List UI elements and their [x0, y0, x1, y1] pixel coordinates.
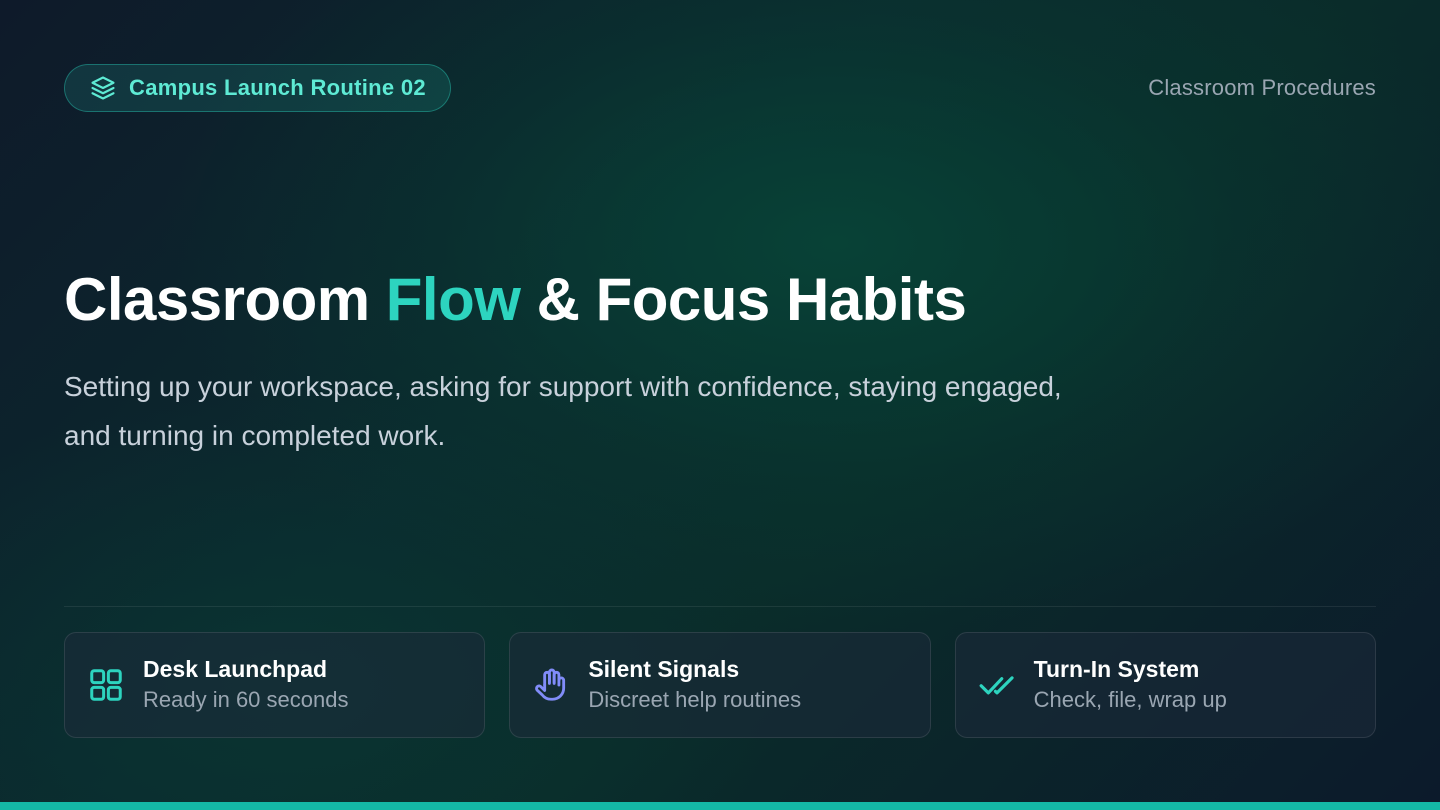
badge-label: Campus Launch Routine 02 [129, 75, 426, 100]
card-subtitle: Check, file, wrap up [1033, 687, 1227, 712]
title-part-2: & Focus Habits [520, 266, 967, 333]
divider [64, 606, 1376, 607]
slide: Campus Launch Routine 02 Classroom Proce… [0, 0, 1440, 810]
card-turn-in-system: Turn-In System Check, file, wrap up [954, 632, 1376, 738]
card-title: Turn-In System [1033, 656, 1200, 682]
layers-icon [89, 74, 117, 102]
title-accent: Flow [385, 266, 521, 333]
topic-label: Classroom Procedures [1148, 75, 1376, 100]
page-title: Classroom Flow & Focus Habits [64, 264, 967, 336]
feature-cards: Desk Launchpad Ready in 60 seconds Silen… [64, 632, 1376, 738]
card-subtitle: Ready in 60 seconds [143, 687, 349, 712]
card-silent-signals: Silent Signals Discreet help routines [509, 632, 931, 738]
page-subtitle: Setting up your workspace, asking for su… [64, 371, 1062, 451]
card-title: Desk Launchpad [143, 656, 328, 682]
routine-badge: Campus Launch Routine 02 [64, 64, 451, 112]
title-part-1: Classroom [64, 266, 386, 333]
card-title: Silent Signals [588, 656, 740, 682]
grid-icon [87, 666, 125, 704]
raised-hand-icon [532, 666, 570, 704]
card-desk-launchpad: Desk Launchpad Ready in 60 seconds [64, 632, 486, 738]
card-subtitle: Discreet help routines [588, 687, 802, 712]
accent-bar [0, 802, 1440, 810]
double-check-icon [978, 666, 1016, 704]
